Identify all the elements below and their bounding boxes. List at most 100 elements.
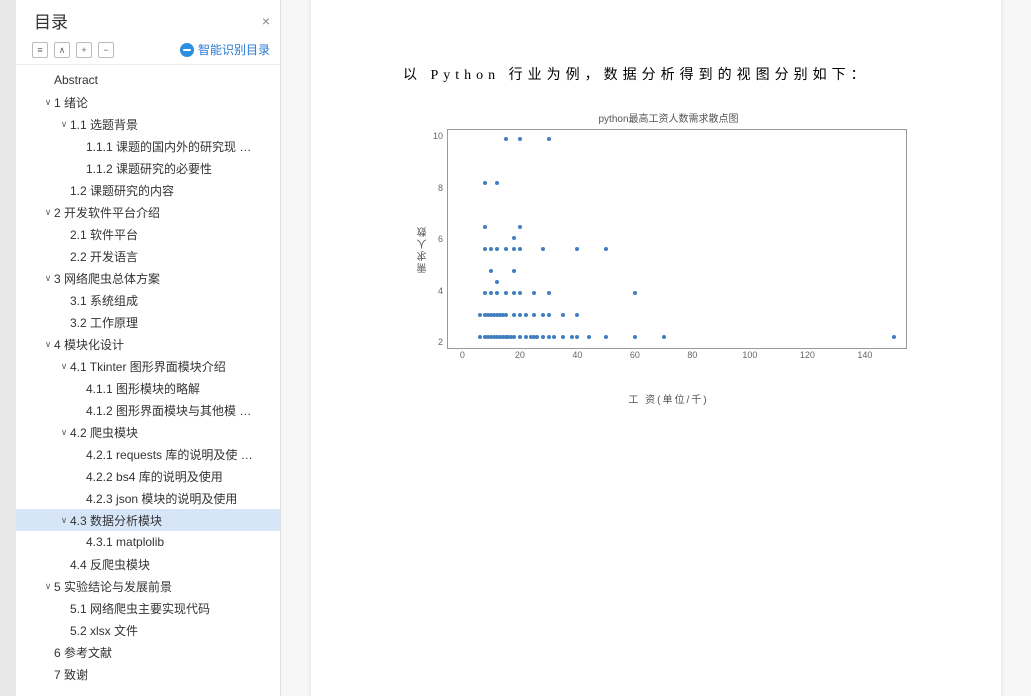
toc-item[interactable]: ∨4.3 数据分析模块 xyxy=(16,509,280,531)
toc-item-label: 1.1 选题背景 xyxy=(70,116,138,133)
scatter-point xyxy=(512,236,516,240)
xtick-label: 0 xyxy=(460,350,465,360)
toc-item-label: 2.2 开发语言 xyxy=(70,248,138,265)
chart-yticks: 108642 xyxy=(433,129,447,349)
toc-item[interactable]: 3.1 系统组成 xyxy=(16,289,280,311)
toc-collapse-icon[interactable]: ∧ xyxy=(54,42,70,58)
ytick-label: 8 xyxy=(433,183,443,193)
toc-item-label: 3.1 系统组成 xyxy=(70,292,138,309)
toc-item[interactable]: 6 参考文献 xyxy=(16,641,280,663)
toc-item[interactable]: ∨4.1 Tkinter 图形界面模块介绍 xyxy=(16,355,280,377)
scatter-point xyxy=(524,335,528,339)
chevron-down-icon[interactable]: ∨ xyxy=(58,427,70,438)
xtick-label: 40 xyxy=(572,350,582,360)
toc-item-label: 4.2.1 requests 库的说明及使 … xyxy=(86,446,253,463)
toc-item[interactable]: 1.1.2 课题研究的必要性 xyxy=(16,157,280,179)
xtick-label: 60 xyxy=(630,350,640,360)
toc-item-label: 2.1 软件平台 xyxy=(70,226,138,243)
page-body-text: 以 Python 行业为例，数据分析得到的视图分别如下： xyxy=(403,64,870,84)
scatter-point xyxy=(575,313,579,317)
toc-item[interactable]: 4.4 反爬虫模块 xyxy=(16,553,280,575)
toc-item-label: 7 致谢 xyxy=(54,666,88,683)
toc-item[interactable]: 1.1.1 课题的国内外的研究现 … xyxy=(16,135,280,157)
chevron-down-icon[interactable]: ∨ xyxy=(42,207,54,218)
sidebar-title: 目录 xyxy=(34,8,68,33)
toc-item-label: 4 模块化设计 xyxy=(54,336,124,353)
toc-item-label: 4.3 数据分析模块 xyxy=(70,512,162,529)
chevron-down-icon[interactable]: ∨ xyxy=(58,361,70,372)
toc-item-label: 4.4 反爬虫模块 xyxy=(70,556,150,573)
toc-item[interactable]: 4.1.1 图形模块的略解 xyxy=(16,377,280,399)
toc-item[interactable]: 5.2 xlsx 文件 xyxy=(16,619,280,641)
toc-list-icon[interactable]: ≡ xyxy=(32,42,48,58)
toc-item[interactable]: ∨5 实验结论与发展前景 xyxy=(16,575,280,597)
scatter-point xyxy=(512,313,516,317)
scatter-point xyxy=(633,335,637,339)
toc-item[interactable]: 7 致谢 xyxy=(16,663,280,685)
scatter-point xyxy=(541,335,545,339)
scatter-point xyxy=(892,335,896,339)
toc-item[interactable]: ∨2 开发软件平台介绍 xyxy=(16,201,280,223)
scatter-point xyxy=(518,291,522,295)
toc-item[interactable]: ∨4 模块化设计 xyxy=(16,333,280,355)
toc-item[interactable]: 4.2.3 json 模块的说明及使用 xyxy=(16,487,280,509)
scatter-point xyxy=(552,335,556,339)
toc-item-label: 5 实验结论与发展前景 xyxy=(54,578,172,595)
toc-item[interactable]: 4.1.2 图形界面模块与其他模 … xyxy=(16,399,280,421)
toc-item[interactable]: 4.2.1 requests 库的说明及使 … xyxy=(16,443,280,465)
scatter-point xyxy=(518,313,522,317)
chart-xlabel: 工 资(单位/千) xyxy=(416,391,921,406)
toc-item-label: 5.2 xlsx 文件 xyxy=(70,622,138,639)
close-icon[interactable]: × xyxy=(262,13,270,29)
chevron-down-icon[interactable]: ∨ xyxy=(58,119,70,130)
scatter-point xyxy=(483,225,487,229)
toc-item-label: 4.3.1 matplolib xyxy=(86,535,164,549)
scatter-point xyxy=(512,269,516,273)
ytick-label: 6 xyxy=(433,234,443,244)
document-page: 以 Python 行业为例，数据分析得到的视图分别如下： python最高工资人… xyxy=(311,0,1001,696)
toc-item[interactable]: 5.1 网络爬虫主要实现代码 xyxy=(16,597,280,619)
chevron-down-icon[interactable]: ∨ xyxy=(58,515,70,526)
scatter-point xyxy=(495,280,499,284)
app-gutter xyxy=(0,0,16,696)
scatter-point xyxy=(512,335,516,339)
scatter-point xyxy=(483,181,487,185)
toc-item[interactable]: 4.2.2 bs4 库的说明及使用 xyxy=(16,465,280,487)
chevron-down-icon[interactable]: ∨ xyxy=(42,339,54,350)
toc-item[interactable]: ∨3 网络爬虫总体方案 xyxy=(16,267,280,289)
scatter-point xyxy=(547,335,551,339)
toc-item[interactable]: Abstract xyxy=(16,69,280,91)
toc-item[interactable]: 1.2 课题研究的内容 xyxy=(16,179,280,201)
smart-scan-button[interactable]: 智能识别目录 xyxy=(180,41,270,58)
scatter-point xyxy=(524,313,528,317)
scatter-point xyxy=(483,291,487,295)
toc-item-label: 5.1 网络爬虫主要实现代码 xyxy=(70,600,210,617)
toc-item[interactable]: ∨1.1 选题背景 xyxy=(16,113,280,135)
toc-item[interactable]: ∨1 绪论 xyxy=(16,91,280,113)
chart-plot: 020406080100120140 xyxy=(447,129,907,349)
toc-add-icon[interactable]: + xyxy=(76,42,92,58)
chevron-down-icon[interactable]: ∨ xyxy=(42,97,54,108)
toc-item[interactable]: 2.1 软件平台 xyxy=(16,223,280,245)
scatter-point xyxy=(518,225,522,229)
toc-item-label: 4.2.2 bs4 库的说明及使用 xyxy=(86,468,223,485)
scatter-point xyxy=(512,247,516,251)
toc-item[interactable]: 3.2 工作原理 xyxy=(16,311,280,333)
scatter-point xyxy=(518,137,522,141)
toc-remove-icon[interactable]: − xyxy=(98,42,114,58)
ytick-label: 10 xyxy=(433,131,443,141)
scatter-point xyxy=(483,247,487,251)
toc-item-label: 1.1.2 课题研究的必要性 xyxy=(86,160,212,177)
chevron-down-icon[interactable]: ∨ xyxy=(42,273,54,284)
chevron-down-icon[interactable]: ∨ xyxy=(42,581,54,592)
xtick-label: 80 xyxy=(687,350,697,360)
scatter-point xyxy=(532,291,536,295)
toc-item-label: 4.1.2 图形界面模块与其他模 … xyxy=(86,402,251,419)
scatter-point xyxy=(541,247,545,251)
toc-item[interactable]: 2.2 开发语言 xyxy=(16,245,280,267)
toc-item[interactable]: ∨4.2 爬虫模块 xyxy=(16,421,280,443)
scatter-point xyxy=(587,335,591,339)
toc-item[interactable]: 4.3.1 matplolib xyxy=(16,531,280,553)
scatter-point xyxy=(489,291,493,295)
scatter-point xyxy=(478,335,482,339)
